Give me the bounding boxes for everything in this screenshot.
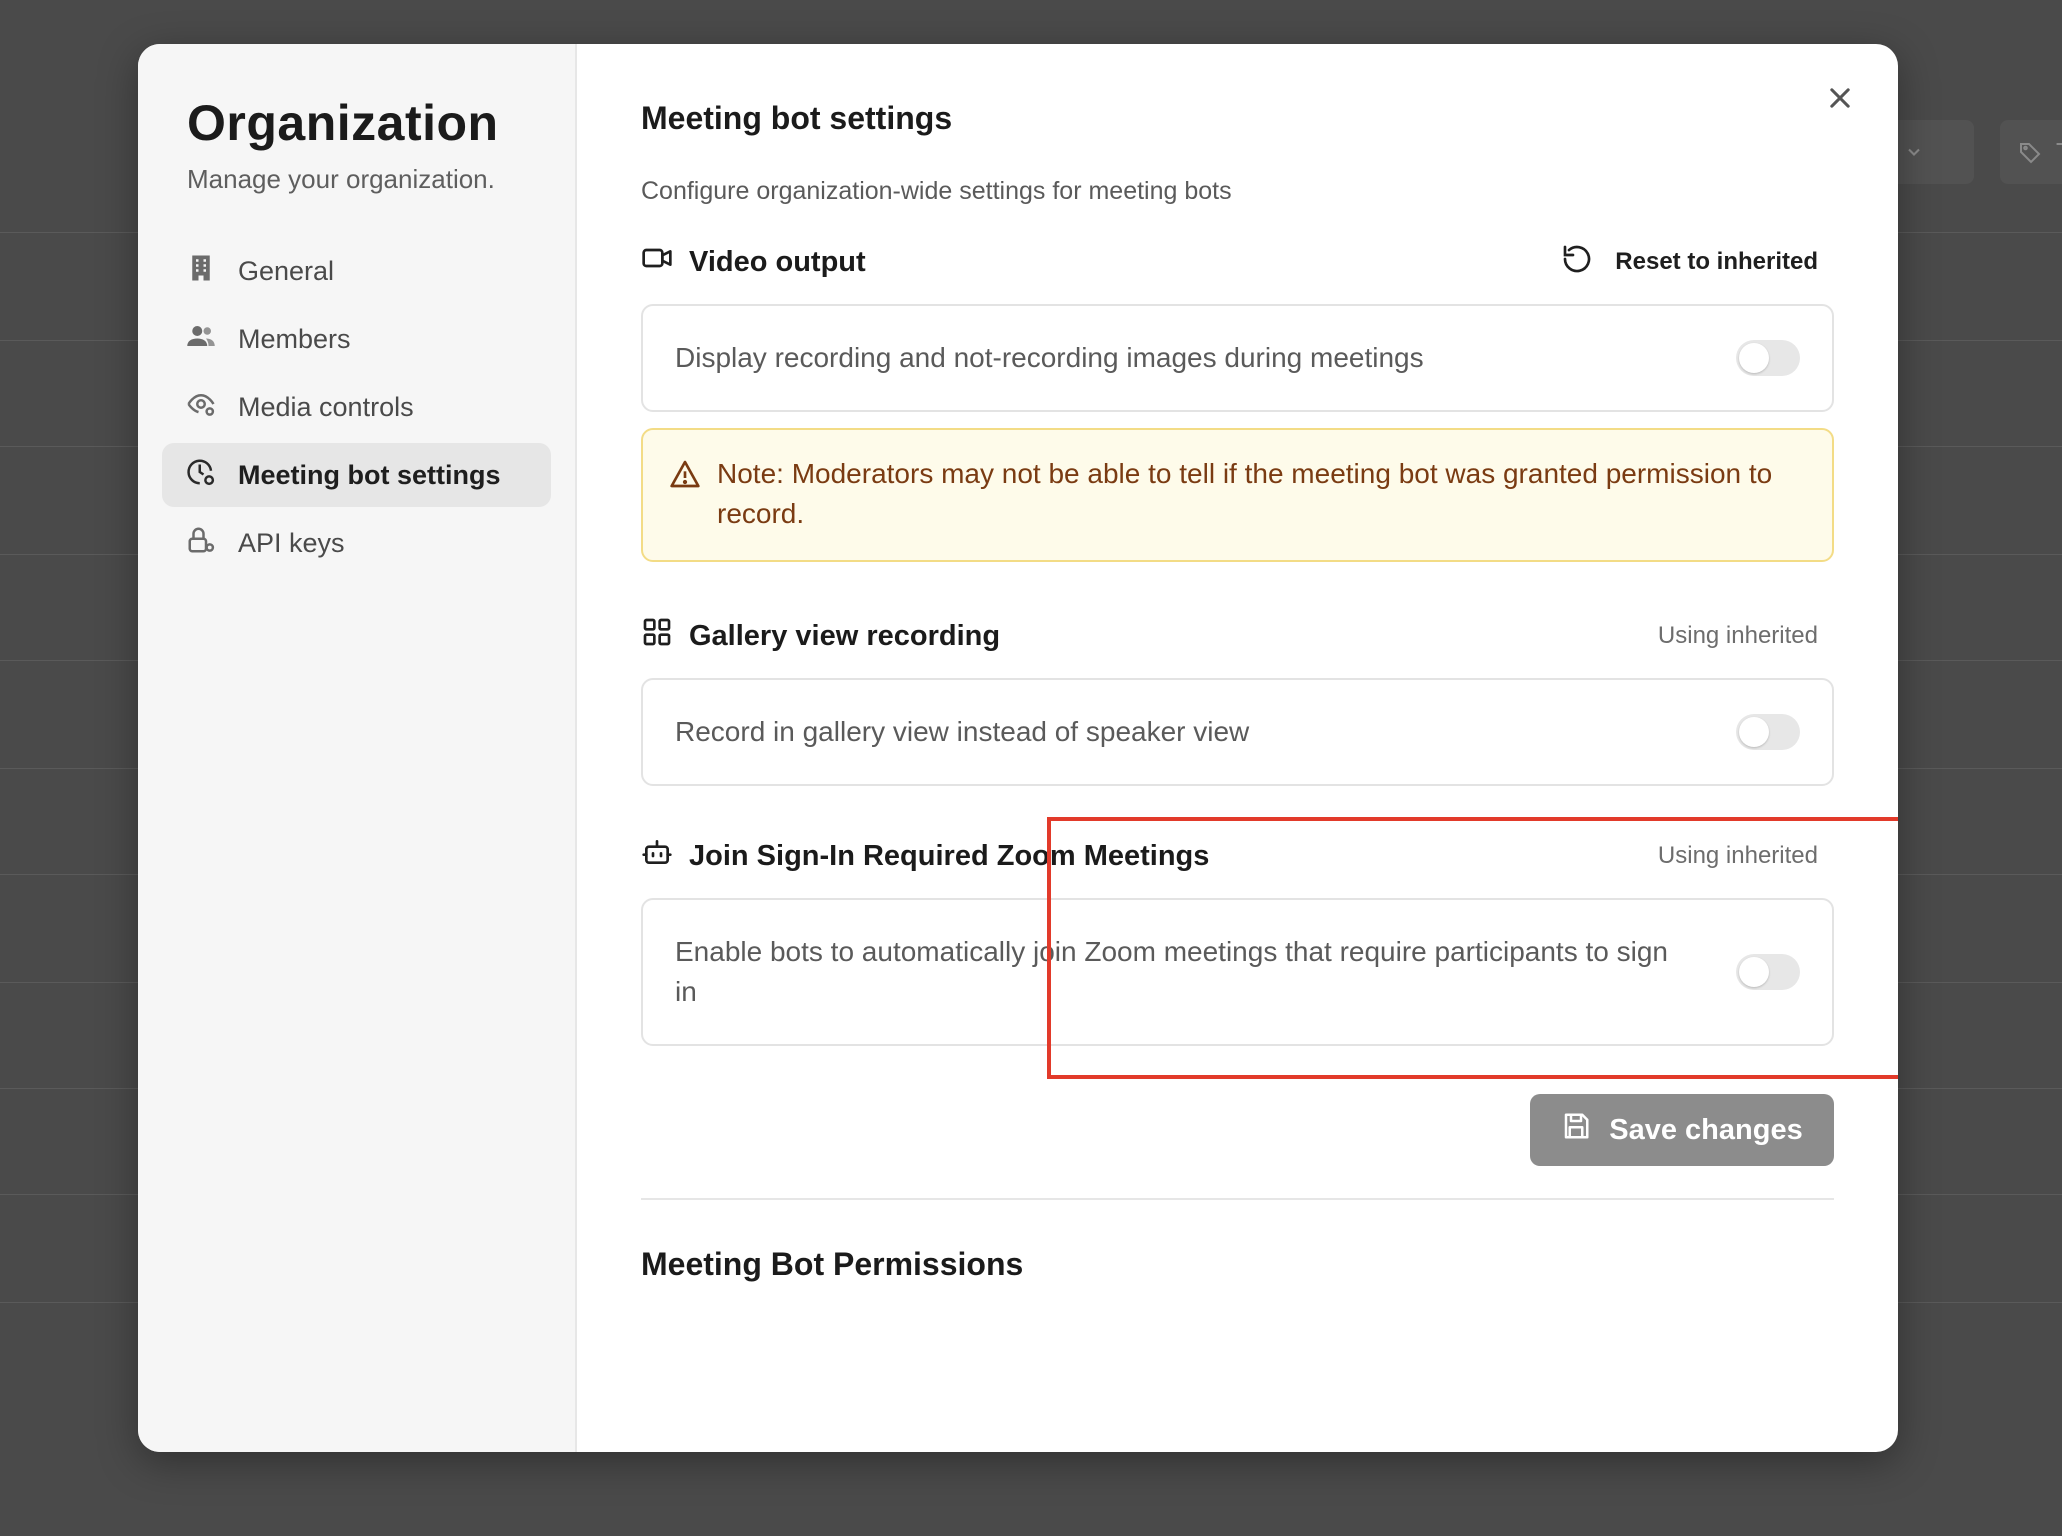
save-changes-button[interactable]: Save changes [1530, 1094, 1834, 1166]
building-icon [186, 253, 216, 290]
zoom-signin-option-text: Enable bots to automatically join Zoom m… [675, 936, 1668, 1007]
reset-icon [1561, 243, 1593, 282]
note-text: Note: Moderators may not be able to tell… [717, 458, 1773, 529]
video-output-header: Video output Reset to inherited [641, 242, 1818, 282]
save-label: Save changes [1609, 1113, 1803, 1146]
video-output-title: Video output [689, 245, 866, 278]
close-button[interactable] [1818, 78, 1862, 122]
warning-icon [669, 454, 701, 495]
zoom-signin-header: Join Sign-In Required Zoom Meetings Usin… [641, 836, 1818, 876]
background-tag-chip: T [2000, 120, 2062, 184]
toggle-knob [1739, 717, 1769, 747]
zoom-signin-title: Join Sign-In Required Zoom Meetings [689, 839, 1210, 872]
reset-to-inherited-button[interactable]: Reset to inherited [1561, 243, 1818, 282]
close-icon [1826, 84, 1854, 117]
gallery-view-option-text: Record in gallery view instead of speake… [675, 716, 1250, 747]
toggle-knob [1739, 957, 1769, 987]
organization-modal: Organization Manage your organization. G… [138, 44, 1898, 1452]
video-output-toggle[interactable] [1736, 340, 1800, 376]
settings-content: Meeting bot settings Configure organizat… [577, 44, 1898, 1452]
sidebar-item-label: API keys [238, 527, 345, 558]
toggle-knob [1739, 343, 1769, 373]
sidebar-subtitle: Manage your organization. [187, 164, 495, 194]
lock-key-icon [186, 525, 216, 562]
gallery-view-card: Record in gallery view instead of speake… [641, 678, 1834, 786]
grid-icon [641, 616, 673, 656]
page-description: Configure organization-wide settings for… [641, 177, 1232, 205]
clock-settings-icon [186, 457, 216, 494]
zoom-signin-card: Enable bots to automatically join Zoom m… [641, 898, 1834, 1046]
reset-label: Reset to inherited [1615, 248, 1818, 275]
sidebar-item-media-controls[interactable]: Media controls [162, 375, 551, 439]
video-camera-icon [641, 242, 673, 282]
sidebar-item-label: Media controls [238, 391, 414, 422]
page-title: Meeting bot settings [641, 100, 953, 136]
gallery-view-toggle[interactable] [1736, 714, 1800, 750]
sidebar-item-members[interactable]: Members [162, 307, 551, 371]
gallery-view-title: Gallery view recording [689, 619, 1001, 652]
sidebar-item-label: General [238, 255, 335, 286]
moderator-warning-note: Note: Moderators may not be able to tell… [641, 428, 1834, 562]
sidebar-item-meeting-bot-settings[interactable]: Meeting bot settings [162, 443, 551, 507]
sidebar: Organization Manage your organization. G… [138, 44, 577, 1452]
section-divider [641, 1198, 1834, 1200]
video-output-card: Display recording and not-recording imag… [641, 304, 1834, 412]
sidebar-item-label: Members [238, 323, 351, 354]
sidebar-item-general[interactable]: General [162, 239, 551, 303]
sidebar-item-label: Meeting bot settings [238, 459, 501, 490]
save-icon [1561, 1111, 1591, 1149]
zoom-signin-status: Using inherited [1657, 842, 1818, 869]
gallery-view-status: Using inherited [1657, 622, 1818, 649]
bot-icon [641, 836, 673, 876]
gallery-view-header: Gallery view recording Using inherited [641, 616, 1818, 656]
permissions-title: Meeting Bot Permissions [641, 1246, 1024, 1282]
sidebar-item-api-keys[interactable]: API keys [162, 511, 551, 575]
eye-settings-icon [186, 389, 216, 426]
sidebar-title: Organization [187, 95, 499, 151]
sidebar-nav: General Members Media controls Meeting b… [162, 239, 551, 575]
video-output-option-text: Display recording and not-recording imag… [675, 342, 1424, 373]
users-icon [186, 321, 216, 358]
zoom-signin-toggle[interactable] [1736, 954, 1800, 990]
